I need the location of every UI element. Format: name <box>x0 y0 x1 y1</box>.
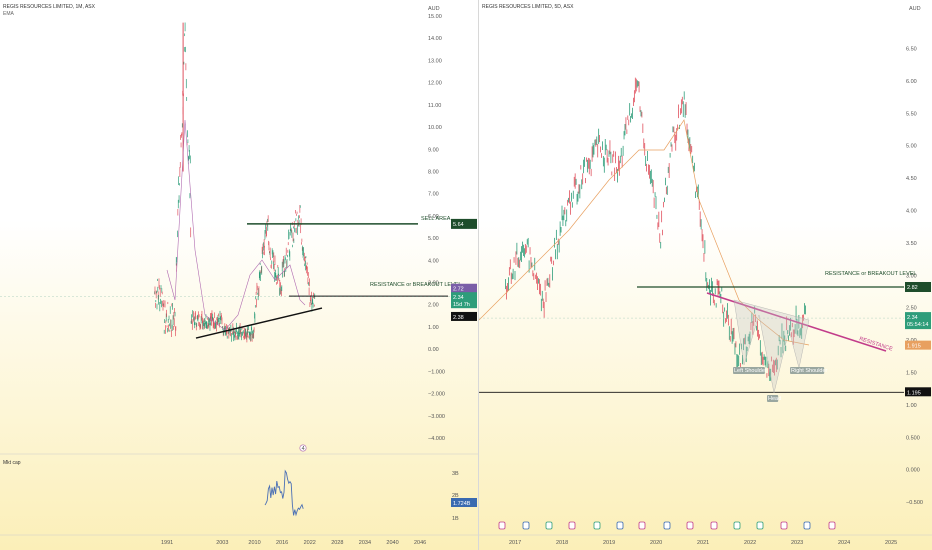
pattern-label: Head <box>768 396 781 402</box>
right-support-tag: 1.195 <box>907 390 921 396</box>
right-chart-pane[interactable]: REGIS RESOURCES LIMITED, 5D, ASX AUD 6.50… <box>479 0 932 550</box>
subpane-y-tick: 1B <box>452 516 459 522</box>
sell-price-tag: 5.64 <box>453 222 464 228</box>
sell-area-label: SELL AREA <box>421 216 451 222</box>
hs-pattern-area <box>733 299 810 394</box>
left-ema-line <box>166 119 306 331</box>
ema-price-tag: 2.72 <box>453 287 464 293</box>
countdown-tag: 15d 7h <box>453 302 470 308</box>
left-y-tick: 1.00 <box>428 325 439 331</box>
left-y-tick: 13.00 <box>428 58 442 64</box>
right-event-marker <box>593 521 601 530</box>
right-event-marker <box>638 521 646 530</box>
right-event-marker <box>545 521 553 530</box>
right-x-tick: 2021 <box>697 540 709 546</box>
right-x-tick: 2024 <box>838 540 850 546</box>
right-y-tick: 2.50 <box>906 306 917 312</box>
left-y-tick: 9.00 <box>428 147 439 153</box>
right-chart-svg[interactable]: AUD6.506.005.505.004.504.003.503.002.502… <box>479 0 932 550</box>
right-y-tick: 6.00 <box>906 79 917 85</box>
right-currency-label: AUD <box>909 6 921 12</box>
left-y-tick: 4.00 <box>428 258 439 264</box>
right-event-marker <box>733 521 741 530</box>
trend-price-tag: 2.38 <box>453 315 464 321</box>
subpane-label: Mkt cap <box>3 460 21 466</box>
left-chart-svg[interactable]: AUD 15.00 14.00 13.00 12.00 11.00 10.00 9.00 8.0… <box>0 0 478 550</box>
right-event-marker <box>780 521 788 530</box>
left-y-tick: −1.000 <box>428 369 445 375</box>
right-y-tick: 0.500 <box>906 435 920 441</box>
left-y-tick: 12.00 <box>428 81 442 87</box>
mkt-cap-line <box>264 469 304 517</box>
subpane-y-tick: 3B <box>452 471 459 477</box>
left-x-tick: 2046 <box>414 540 426 546</box>
right-x-tick: 2020 <box>650 540 662 546</box>
left-y-tick: 8.00 <box>428 169 439 175</box>
right-event-marker <box>686 521 694 530</box>
left-y-tick: −4.000 <box>428 436 445 442</box>
left-chart-pane[interactable]: REGIS RESOURCES LIMITED, 1M, ASX EMA AUD… <box>0 0 478 550</box>
right-event-marker <box>828 521 836 530</box>
right-y-tick: 5.50 <box>906 111 917 117</box>
last-price-tag: 2.34 <box>453 295 464 301</box>
right-y-tick: 4.50 <box>906 176 917 182</box>
right-x-tick: 2018 <box>556 540 568 546</box>
event-marker-label: 4 <box>302 446 305 452</box>
left-x-tick: 2034 <box>359 540 371 546</box>
left-x-tick: 2010 <box>248 540 260 546</box>
right-resistance-label: RESISTANCE or BREAKOUT LEVEL <box>825 271 917 277</box>
right-y-tick: 1.00 <box>906 403 917 409</box>
right-event-marker <box>710 521 718 530</box>
left-y-tick: 7.00 <box>428 192 439 198</box>
right-x-tick: 2023 <box>791 540 803 546</box>
pattern-label: Right Shoulder <box>791 368 828 374</box>
right-event-marker <box>522 521 530 530</box>
right-ema-tag: 1.915 <box>907 344 921 350</box>
left-x-tick: 2003 <box>216 540 228 546</box>
left-y-tick: 10.00 <box>428 125 442 131</box>
right-countdown-tag: 05:54:14 <box>907 322 928 328</box>
right-x-tick: 2017 <box>509 540 521 546</box>
right-y-tick: 6.50 <box>906 47 917 53</box>
left-y-tick: −2.000 <box>428 392 445 398</box>
right-y-tick: 0.000 <box>906 468 920 474</box>
left-currency-label: AUD <box>428 6 440 12</box>
right-event-marker <box>803 521 811 530</box>
left-y-tick: 0.00 <box>428 347 439 353</box>
left-x-tick: 1991 <box>161 540 173 546</box>
right-x-tick: 2022 <box>744 540 756 546</box>
right-event-marker <box>616 521 624 530</box>
right-event-marker <box>663 521 671 530</box>
right-price-tag: 2.34 <box>907 315 918 321</box>
right-y-tick: 5.00 <box>906 144 917 150</box>
right-resistance-tag: 2.82 <box>907 285 918 291</box>
left-y-tick: 11.00 <box>428 103 441 109</box>
left-resistance-label: RESISTANCE or BREAKOUT LEVEL <box>370 282 462 288</box>
left-y-tick: 2.00 <box>428 303 439 309</box>
left-x-tick: 2016 <box>276 540 288 546</box>
right-x-tick: 2025 <box>885 540 897 546</box>
right-event-marker <box>568 521 576 530</box>
left-x-tick: 2040 <box>386 540 398 546</box>
left-x-tick: 2022 <box>304 540 316 546</box>
right-y-tick: 4.00 <box>906 209 917 215</box>
left-y-tick: 5.00 <box>428 236 439 242</box>
right-event-marker <box>498 521 506 530</box>
left-y-tick: 14.00 <box>428 36 442 42</box>
right-y-tick: 1.50 <box>906 371 917 377</box>
right-x-tick: 2019 <box>603 540 615 546</box>
left-y-tick: −3.000 <box>428 414 445 420</box>
right-y-tick: −0.500 <box>906 500 923 506</box>
left-y-tick: 15.00 <box>428 14 442 20</box>
left-x-tick: 2028 <box>331 540 343 546</box>
subpane-value-tag: 1.724B <box>453 501 471 507</box>
right-event-marker <box>756 521 764 530</box>
pattern-label: Left Shoulder <box>734 368 767 374</box>
right-y-tick: 3.50 <box>906 241 917 247</box>
